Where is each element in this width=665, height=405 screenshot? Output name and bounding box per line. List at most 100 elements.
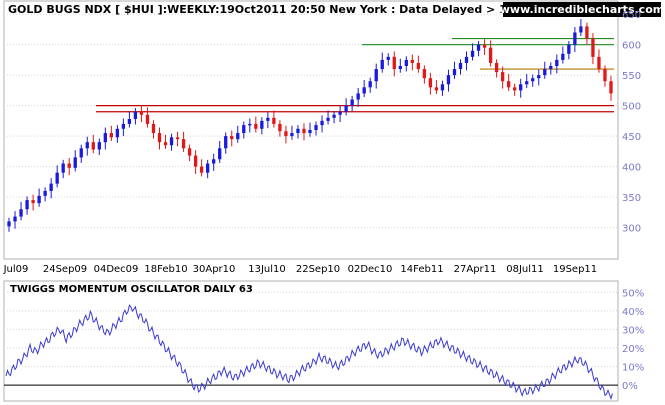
oscillator-y-tick-label: 40% xyxy=(622,307,644,318)
candle-body xyxy=(31,200,35,204)
candle-body xyxy=(609,81,613,94)
candle-body xyxy=(573,32,577,45)
oscillator-y-tick-label: 0% xyxy=(622,381,638,392)
candle-body xyxy=(230,136,234,140)
candle-body xyxy=(73,157,77,168)
candle-body xyxy=(121,123,126,129)
candle-body xyxy=(145,114,150,124)
oscillator-title: TWIGGS MOMENTUM OSCILLATOR DAILY 63 xyxy=(10,284,253,295)
candle-body xyxy=(440,84,445,91)
candle-body xyxy=(290,133,294,137)
candle-body xyxy=(543,69,547,76)
candle-body xyxy=(332,114,336,118)
candle-body xyxy=(500,72,505,82)
candle-body xyxy=(308,130,312,134)
candle-body xyxy=(7,221,11,227)
candle-body xyxy=(218,148,222,160)
candle-body xyxy=(193,155,198,167)
candle-body xyxy=(314,125,318,130)
candle-body xyxy=(139,111,144,115)
candle-body xyxy=(115,128,120,138)
candle-body xyxy=(175,137,180,140)
x-tick-label: 18Feb10 xyxy=(144,264,187,275)
candle-body xyxy=(254,123,258,129)
oscillator-y-tick-label: 30% xyxy=(622,325,644,336)
candle-body xyxy=(266,117,270,121)
x-tick-label: 27Apr11 xyxy=(454,264,497,275)
candle-body xyxy=(67,163,71,168)
x-tick-label: 02Dec10 xyxy=(348,264,393,275)
candle-body xyxy=(19,209,23,217)
candle-body xyxy=(163,142,168,146)
candle-body xyxy=(320,120,324,126)
candle-body xyxy=(242,125,246,134)
candle-body xyxy=(85,142,89,149)
price-y-tick-label: 300 xyxy=(622,224,641,235)
oscillator-y-tick-label: 10% xyxy=(622,363,644,374)
candle-body xyxy=(494,62,499,73)
candle-body xyxy=(181,139,186,149)
x-tick-label: 08Jul11 xyxy=(506,264,544,275)
x-tick-label: 04Dec09 xyxy=(94,264,139,275)
candle-body xyxy=(506,81,511,88)
candle-body xyxy=(224,136,228,149)
x-tick-label: 13Jul10 xyxy=(248,264,286,275)
chart-canvas: GOLD BUGS NDX [ $HUI ]:WEEKLY:19Oct2011 … xyxy=(3,0,664,402)
candle-body xyxy=(61,163,65,173)
candle-body xyxy=(157,133,162,143)
x-tick-label: 19Sep11 xyxy=(553,264,597,275)
candle-body xyxy=(302,128,306,134)
candle-body xyxy=(567,44,571,54)
candle-body xyxy=(187,148,192,156)
candle-body xyxy=(43,190,47,196)
candle-body xyxy=(13,216,17,222)
candle-body xyxy=(344,105,348,112)
candle-body xyxy=(537,75,541,79)
candle-body xyxy=(392,56,396,70)
price-y-tick-label: 450 xyxy=(622,132,641,143)
candle-body xyxy=(428,78,433,88)
candle-body xyxy=(25,200,29,210)
candle-body xyxy=(519,84,523,91)
candle-body xyxy=(458,62,463,70)
candle-body xyxy=(482,44,487,48)
candle-body xyxy=(386,56,390,60)
chart-title: GOLD BUGS NDX [ $HUI ]:WEEKLY:19Oct2011 … xyxy=(8,3,544,16)
candle-body xyxy=(199,166,204,173)
price-y-tick-label: 500 xyxy=(622,102,641,113)
candle-body xyxy=(446,75,451,85)
candle-body xyxy=(278,123,282,132)
x-tick-label: 30Apr10 xyxy=(193,264,236,275)
candle-body xyxy=(151,123,156,134)
candle-body xyxy=(55,172,59,184)
candle-body xyxy=(284,131,288,137)
candle-body xyxy=(531,78,535,82)
x-tick-label: Jul09 xyxy=(3,264,29,275)
oscillator-y-axis: 0% 10% 20% 30% 40% 50% xyxy=(622,288,644,392)
candle-body xyxy=(476,44,481,51)
oscillator-y-tick-label: 50% xyxy=(622,288,644,299)
candle-body xyxy=(91,142,95,150)
candle-body xyxy=(374,69,378,82)
candle-body xyxy=(296,128,300,134)
candle-body xyxy=(362,87,366,94)
candle-body xyxy=(561,53,565,60)
candle-body xyxy=(236,133,240,140)
price-y-tick-label: 600 xyxy=(622,41,641,52)
oscillator-y-tick-label: 20% xyxy=(622,344,644,355)
candle-body xyxy=(338,111,342,115)
candle-body xyxy=(97,142,101,150)
candle-body xyxy=(37,195,41,204)
candle-body xyxy=(248,123,252,126)
candle-body xyxy=(434,87,439,91)
candle-body xyxy=(169,137,174,146)
price-y-tick-label: 550 xyxy=(622,71,641,82)
candle-body xyxy=(368,81,372,88)
candle-body xyxy=(591,38,595,57)
candle-body xyxy=(488,47,493,63)
candle-body xyxy=(398,66,402,70)
candle-body xyxy=(549,66,553,70)
candle-body xyxy=(579,26,583,33)
price-y-axis: 300 350 400 450 500 550 600 650 xyxy=(622,10,641,234)
candle-body xyxy=(464,56,469,63)
